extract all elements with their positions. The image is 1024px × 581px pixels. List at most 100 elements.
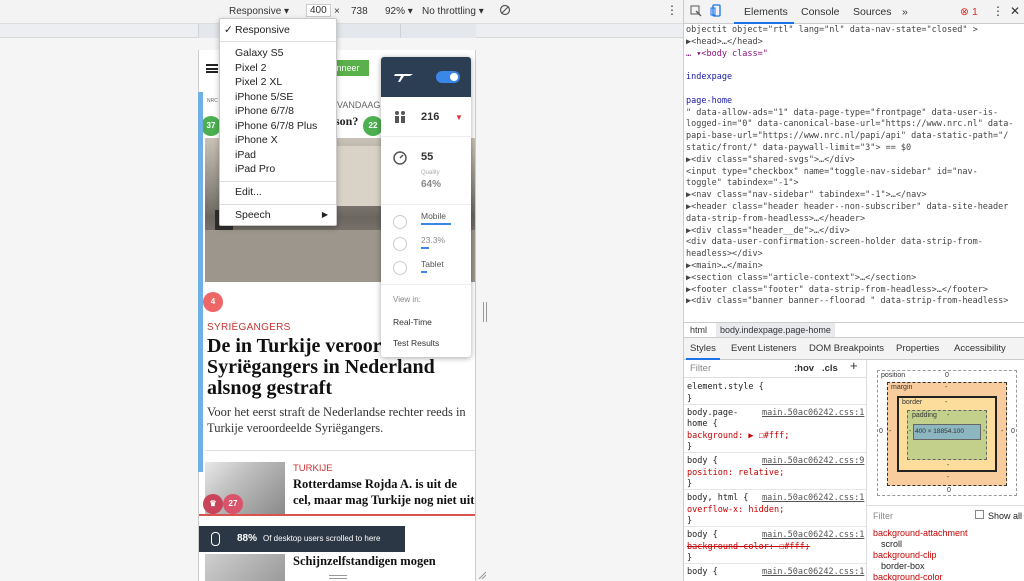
dom-line[interactable]: indexpage	[686, 72, 732, 84]
stylesheet-source-link[interactable]: main.50ac06242.css:1	[762, 530, 864, 542]
device-height-input[interactable]: 738	[351, 6, 368, 17]
menu-item-device[interactable]: iPhone X	[220, 133, 336, 148]
style-line[interactable]: body, html {	[687, 493, 748, 505]
view-in-label: View in:	[393, 295, 421, 304]
hamburger-menu-icon[interactable]	[206, 64, 218, 73]
stylesheet-source-link[interactable]: main.50ac06242.css:9	[762, 456, 864, 468]
computed-property[interactable]: background-color	[873, 572, 943, 581]
tab-event-listeners[interactable]: Event Listeners	[731, 343, 796, 354]
style-line[interactable]: body {	[687, 456, 718, 468]
dom-line[interactable]: ▶<main>…</main>	[686, 261, 763, 273]
dom-line[interactable]: " data-allow-ads="1" data-page-type="fro…	[686, 108, 998, 120]
more-tabs-icon[interactable]: »	[902, 6, 908, 18]
quality-value: 64%	[421, 179, 442, 190]
article3-headline[interactable]: Schijnzelfstandigen mogen	[293, 554, 436, 569]
tab-console[interactable]: Console	[801, 6, 840, 18]
error-icon[interactable]: ⊗	[960, 6, 969, 18]
class-toggle[interactable]: .cls	[822, 363, 838, 375]
style-line[interactable]: body.page-	[687, 408, 738, 420]
test-results-link[interactable]: Test Results	[393, 338, 439, 348]
menu-item-speech[interactable]: Speech ▶	[220, 208, 336, 223]
dom-line[interactable]: ▶<header class="header header--non-subsc…	[686, 202, 1008, 214]
tab-dom-breakpoints[interactable]: DOM Breakpoints	[809, 343, 884, 354]
rotate-icon[interactable]	[499, 4, 511, 19]
hover-state-toggle[interactable]: :hov	[794, 363, 814, 375]
tab-styles[interactable]: Styles	[690, 343, 716, 354]
style-line[interactable]: background: ▶ ☐#fff;	[687, 431, 789, 443]
viewport-resize-handle-bottom[interactable]	[329, 575, 347, 579]
tab-sources[interactable]: Sources	[853, 6, 892, 18]
viewport-resize-handle-right[interactable]	[483, 302, 487, 322]
style-line[interactable]: home {	[687, 419, 718, 431]
style-line[interactable]: body {	[687, 567, 718, 579]
dom-line[interactable]: headless></div>	[686, 249, 763, 261]
stylesheet-source-link[interactable]: main.50ac06242.css:1	[762, 493, 864, 505]
dom-line[interactable]: ▶<head>…</head>	[686, 37, 763, 49]
dom-line[interactable]: data-strip-from-headless>…</header>	[686, 214, 865, 226]
dom-line[interactable]: objectit object="rtl" lang="nl" data-nav…	[686, 25, 978, 37]
dom-line[interactable]: toggle" tabindex="-1">	[686, 178, 799, 190]
menu-item-device[interactable]: iPhone 6/7/8	[220, 104, 336, 119]
tab-accessibility[interactable]: Accessibility	[954, 343, 1006, 354]
realtime-link[interactable]: Real-Time	[393, 317, 432, 327]
device-mode-select[interactable]: Responsive ▾	[229, 6, 289, 17]
menu-item-device[interactable]: iPhone 5/SE	[220, 90, 336, 105]
media-query-ruler[interactable]	[0, 24, 683, 38]
dom-line[interactable]: page-home	[686, 96, 732, 108]
styles-filter: Filter :hov .cls +	[684, 360, 866, 378]
article3-image[interactable]	[205, 554, 285, 581]
throttling-select[interactable]: No throttling ▾	[422, 6, 484, 17]
tab-properties[interactable]: Properties	[896, 343, 939, 354]
menu-item-device[interactable]: iPad Pro	[220, 162, 336, 177]
device-toggle-icon[interactable]	[710, 4, 722, 20]
dom-line[interactable]: ▶<div class="shared-svgs">…</div>	[686, 155, 855, 167]
computed-pane[interactable]: Filter Show all background-attachment scr…	[867, 505, 1024, 581]
dom-tree[interactable]: objectit object="rtl" lang="nl" data-nav…	[684, 24, 1024, 322]
dom-line[interactable]: … ▾<body class="	[686, 49, 768, 61]
menu-item-device[interactable]: iPad	[220, 148, 336, 163]
style-line[interactable]: background-color: ☐#fff;	[687, 542, 810, 554]
menu-item-edit[interactable]: Edit...	[220, 185, 336, 200]
style-line[interactable]: body {	[687, 530, 718, 542]
style-line[interactable]: position: relative;	[687, 468, 784, 480]
zoom-select[interactable]: 92% ▾	[385, 6, 413, 17]
computed-filter-input[interactable]: Filter	[873, 511, 893, 521]
menu-item-device[interactable]: Pixel 2 XL	[220, 75, 336, 90]
dom-line[interactable]: logged-in="0" data-canonical-base-url="h…	[686, 119, 1014, 131]
dom-line[interactable]: <div data-user-confirmation-screen-holde…	[686, 237, 983, 249]
devtools-menu-icon[interactable]: ⋮	[992, 4, 1004, 18]
article2-headline[interactable]: Rotterdamse Rojda A. is uit de cel, maar…	[293, 476, 475, 508]
close-devtools-icon[interactable]: ✕	[1010, 4, 1020, 18]
show-all-checkbox[interactable]	[975, 510, 984, 519]
new-rule-button[interactable]: +	[850, 360, 858, 372]
tab-elements[interactable]: Elements	[744, 6, 788, 18]
inspect-element-icon[interactable]	[690, 5, 702, 20]
breadcrumb-html[interactable]: html	[690, 325, 707, 335]
menu-item-device[interactable]: Pixel 2	[220, 61, 336, 76]
dom-line[interactable]: papi-base-url="https://www.nrc.nl/papi/a…	[686, 131, 1008, 143]
dom-line[interactable]: ▶<div class="header__de">…</div>	[686, 226, 850, 238]
more-options-icon[interactable]: ⋮	[666, 3, 678, 17]
device-width-input[interactable]: 400	[306, 4, 331, 17]
computed-property[interactable]: background-attachment	[873, 528, 968, 538]
dom-line[interactable]: static/front/" data-paywall-limit="3"> =…	[686, 143, 911, 155]
styles-pane[interactable]: Filter :hov .cls + element.style {} body.…	[684, 360, 867, 581]
styles-filter-input[interactable]: Filter	[690, 363, 711, 375]
viewport-resize-corner-icon[interactable]	[478, 570, 487, 580]
menu-item-device[interactable]: iPhone 6/7/8 Plus	[220, 119, 336, 134]
stylesheet-source-link[interactable]: main.50ac06242.css:1	[762, 408, 864, 420]
teaser-headline[interactable]: son?	[335, 114, 358, 129]
menu-item-responsive[interactable]: ✓ Responsive	[220, 23, 336, 38]
stylesheet-source-link[interactable]: main.50ac06242.css:1	[762, 567, 864, 579]
style-line[interactable]: overflow-x: hidden;	[687, 505, 784, 517]
style-line[interactable]: element.style {	[687, 382, 764, 394]
computed-property[interactable]: background-clip	[873, 550, 937, 560]
dom-line[interactable]: ▶<nav class="nav-sidebar" tabindex="-1">…	[686, 190, 927, 202]
extension-toggle[interactable]	[436, 71, 460, 83]
dom-line[interactable]: ▶<div class="banner banner--floorad " da…	[686, 296, 1008, 308]
dom-line[interactable]: ▶<footer class="footer" data-strip-from-…	[686, 285, 988, 297]
dom-line[interactable]: ▶<section class="article-context">…</sec…	[686, 273, 916, 285]
menu-item-device[interactable]: Galaxy S5	[220, 46, 336, 61]
dom-line[interactable]: <input type="checkbox" name="toggle-nav-…	[686, 167, 978, 179]
breadcrumb-body[interactable]: body.indexpage.page-home	[716, 323, 835, 337]
